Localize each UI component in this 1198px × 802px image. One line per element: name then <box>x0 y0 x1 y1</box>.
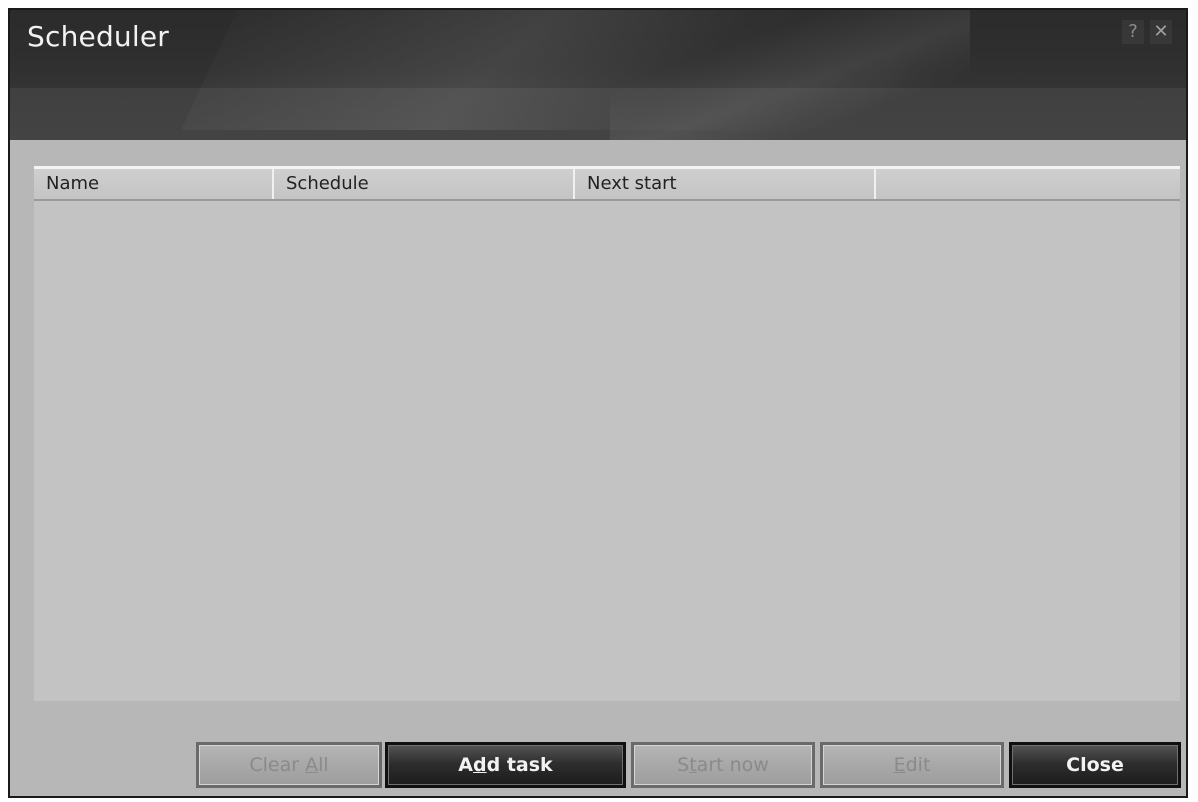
list-header: Name Schedule Next start <box>34 169 1180 201</box>
start-now-button[interactable]: Start now <box>631 742 815 788</box>
edit-label-post: dit <box>905 754 931 776</box>
clear-all-label-mnemonic: A <box>305 754 319 776</box>
clear-all-label-pre: Clear <box>249 754 306 776</box>
add-task-label-post: d task <box>486 754 553 776</box>
edit-label-mnemonic: E <box>893 754 906 776</box>
scheduler-window: Scheduler ? ✕ Name Schedule Next start C… <box>8 8 1188 798</box>
help-icon[interactable]: ? <box>1122 20 1144 44</box>
column-header-next-start[interactable]: Next start <box>573 169 874 199</box>
task-list[interactable]: Name Schedule Next start <box>34 166 1180 701</box>
start-now-label-mnemonic: t <box>689 754 697 776</box>
clear-all-label-post: ll <box>318 754 329 776</box>
window-title: Scheduler <box>27 20 169 53</box>
start-now-label-pre: S <box>677 754 690 776</box>
title-bar-band <box>10 88 1186 140</box>
column-header-name[interactable]: Name <box>34 169 272 199</box>
column-header-empty[interactable] <box>874 169 1180 199</box>
close-button[interactable]: Close <box>1009 742 1181 788</box>
close-icon[interactable]: ✕ <box>1150 20 1172 44</box>
add-task-button[interactable]: Add task <box>385 742 626 788</box>
column-header-schedule[interactable]: Schedule <box>272 169 573 199</box>
add-task-label-mnemonic: d <box>473 754 487 776</box>
edit-button[interactable]: Edit <box>820 742 1004 788</box>
title-bar: Scheduler ? ✕ <box>10 10 1186 140</box>
add-task-label-pre: A <box>458 754 474 776</box>
start-now-label-post: art now <box>696 754 769 776</box>
clear-all-button[interactable]: Clear All <box>196 742 382 788</box>
close-label-post: Close <box>1066 754 1124 776</box>
